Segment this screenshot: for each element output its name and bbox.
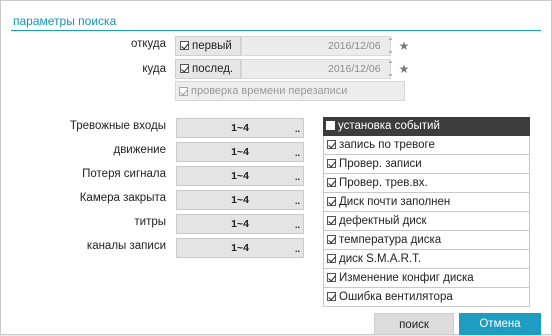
filter-motion-select[interactable]: 1~4.. [176, 142, 304, 162]
overwrite-time-check[interactable]: проверка времени перезаписи [175, 81, 405, 101]
event-item-record-check[interactable]: Провер. записи [323, 155, 530, 174]
event-item-label: дефектный диск [339, 215, 427, 227]
dialog-title: параметры поиска [13, 14, 117, 28]
search-options-dialog: параметры поиска откуда первый 2016/12/0… [0, 0, 552, 335]
event-item-label: Ошибка вентилятора [339, 291, 453, 303]
filter-label-alarm-in: Тревожные входы [69, 120, 166, 132]
filter-record-channels-select[interactable]: 1~4.. [176, 238, 304, 258]
cancel-button[interactable]: Отмена [459, 313, 541, 335]
checkbox-icon [180, 41, 189, 51]
checkbox-icon [327, 254, 336, 264]
to-last-checkbox[interactable]: послед. [175, 59, 241, 79]
ellipsis-icon: .. [294, 196, 300, 206]
checkbox-icon [327, 197, 336, 207]
checkbox-icon [327, 216, 336, 226]
event-item-label: Провер. записи [339, 158, 422, 170]
filter-label-record-channels: каналы записи [86, 240, 166, 252]
from-bookmark-star-icon[interactable]: ★ [397, 36, 411, 56]
overwrite-time-label: проверка времени перезаписи [191, 85, 348, 97]
event-settings-header[interactable]: установка событий [323, 117, 530, 136]
event-item-fan-error[interactable]: Ошибка вентилятора [323, 288, 530, 307]
from-first-checkbox[interactable]: первый [175, 36, 241, 56]
filter-label-motion: движение [113, 144, 166, 156]
event-settings-label: установка событий [338, 120, 440, 132]
to-datetime-field[interactable]: 2016/12/06 10:22:04 [241, 59, 391, 93]
event-item-disk-smart[interactable]: диск S.M.A.R.T. [323, 250, 530, 269]
to-last-label: послед. [192, 63, 234, 75]
checkbox-icon [326, 121, 335, 131]
filter-text-in-select[interactable]: 1~4.. [176, 214, 304, 234]
event-item-bad-disk[interactable]: дефектный диск [323, 212, 530, 231]
filter-value: 1~4 [231, 218, 249, 230]
filter-value: 1~4 [231, 146, 249, 158]
filter-label-video-loss: Потеря сигнала [82, 168, 166, 180]
filter-value: 1~4 [231, 122, 249, 134]
checkbox-icon [180, 64, 189, 74]
event-item-label: Изменение конфиг диска [339, 272, 474, 284]
ellipsis-icon: .. [294, 172, 300, 182]
event-settings-panel: установка событий запись по тревоге Пров… [323, 117, 530, 307]
checkbox-icon [327, 159, 336, 169]
from-first-label: первый [192, 40, 232, 52]
to-spinner-icon[interactable]: ⌃ ⌄ [384, 60, 397, 80]
from-datetime-field[interactable]: 2016/12/06 10:22:04 [241, 36, 391, 70]
filter-label-text-in: титры [134, 216, 166, 228]
filter-video-loss-select[interactable]: 1~4.. [176, 166, 304, 186]
event-item-disk-temperature[interactable]: температура диска [323, 231, 530, 250]
event-item-label: Диск почти заполнен [339, 196, 451, 208]
from-spinner-icon[interactable]: ⌃ ⌄ [384, 37, 397, 57]
ellipsis-icon: .. [294, 244, 300, 254]
ellipsis-icon: .. [294, 148, 300, 158]
to-label: куда [142, 63, 166, 75]
checkbox-icon [327, 273, 336, 283]
checkbox-icon [179, 86, 188, 96]
filter-value: 1~4 [231, 242, 249, 254]
title-divider [11, 30, 541, 31]
checkbox-icon [327, 140, 336, 150]
from-label: откуда [130, 38, 166, 50]
event-item-label: температура диска [339, 234, 442, 246]
checkbox-icon [327, 178, 336, 188]
filter-camera-tamper-select[interactable]: 1~4.. [176, 190, 304, 210]
ellipsis-icon: .. [294, 124, 300, 134]
event-item-alarm-in-check[interactable]: Провер. трев.вх. [323, 174, 530, 193]
checkbox-icon [327, 235, 336, 245]
event-item-disk-config-change[interactable]: Изменение конфиг диска [323, 269, 530, 288]
event-item-label: Провер. трев.вх. [339, 177, 428, 189]
filter-alarm-in-select[interactable]: 1~4.. [176, 118, 304, 138]
filter-value: 1~4 [231, 170, 249, 182]
event-item-disk-almost-full[interactable]: Диск почти заполнен [323, 193, 530, 212]
search-button[interactable]: поиск [374, 313, 454, 335]
filter-value: 1~4 [231, 194, 249, 206]
ellipsis-icon: .. [294, 220, 300, 230]
to-bookmark-star-icon[interactable]: ★ [397, 59, 411, 79]
event-item-alarm-record[interactable]: запись по тревоге [323, 136, 530, 155]
event-item-label: запись по тревоге [339, 139, 435, 151]
filter-label-camera-tamper: Камера закрыта [79, 192, 166, 204]
checkbox-icon [327, 292, 336, 302]
event-item-label: диск S.M.A.R.T. [339, 253, 422, 265]
